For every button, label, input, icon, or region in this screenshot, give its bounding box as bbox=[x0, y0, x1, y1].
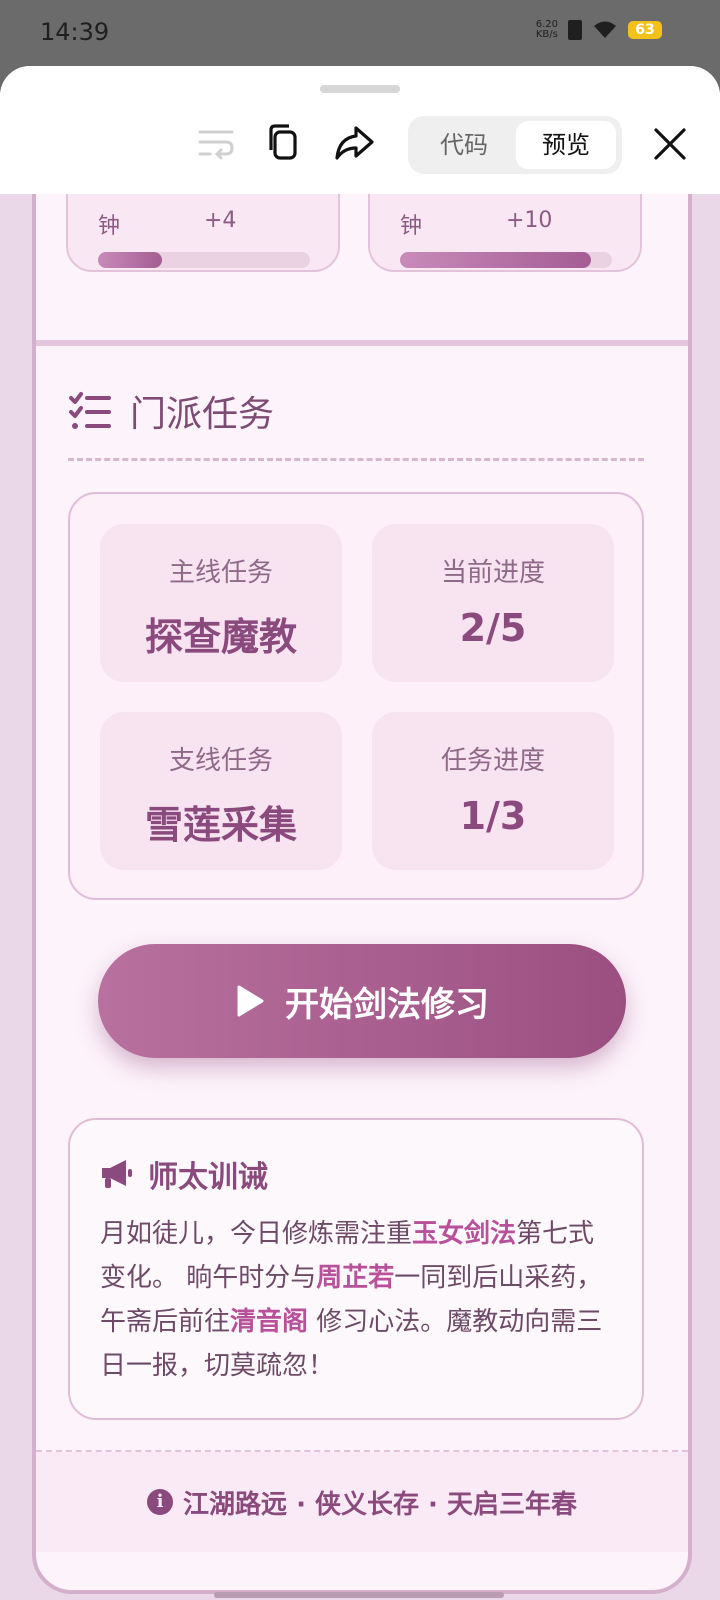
section-title: 门派任务 bbox=[130, 394, 275, 435]
stat-progress-track bbox=[400, 252, 612, 268]
megaphone-icon bbox=[102, 1160, 132, 1188]
sim-card-icon bbox=[568, 20, 582, 40]
app-frame: 钟 +4 钟 +10 门派任务 主线任务 探查魔教 当前进度 2/5 支线任务 … bbox=[32, 194, 692, 1594]
wrap-lines-icon[interactable] bbox=[194, 120, 238, 164]
task-label: 任务进度 bbox=[440, 746, 545, 776]
stat-label: 钟 bbox=[98, 214, 121, 239]
toolbar: 代码 预览 bbox=[0, 66, 720, 194]
task-value: 1/3 bbox=[459, 794, 527, 838]
stat-delta: +4 bbox=[204, 208, 237, 233]
tab-preview[interactable]: 预览 bbox=[516, 121, 616, 169]
stat-row: 钟 +4 bbox=[98, 208, 318, 240]
section-divider bbox=[36, 340, 688, 346]
task-cell-progress: 当前进度 2/5 bbox=[372, 524, 614, 682]
task-value: 雪莲采集 bbox=[144, 803, 297, 847]
status-icons: 6.20 KB/s 63 bbox=[536, 20, 662, 40]
stat-delta: +10 bbox=[506, 208, 553, 233]
task-cell-main: 主线任务 探查魔教 bbox=[100, 524, 342, 682]
notice-text-part: 月如徒儿，今日修炼需注重 bbox=[100, 1219, 413, 1249]
task-label: 当前进度 bbox=[440, 558, 545, 588]
network-speed-unit: KB/s bbox=[535, 29, 558, 40]
section-header: 门派任务 bbox=[68, 386, 274, 436]
stat-progress-track bbox=[98, 252, 310, 268]
close-icon[interactable] bbox=[650, 124, 690, 164]
notice-text: 月如徒儿，今日修炼需注重玉女剑法第七式变化。 晌午时分与周芷若一同到后山采药，午… bbox=[100, 1212, 612, 1388]
sheet-drag-handle[interactable] bbox=[320, 85, 400, 93]
stat-progress-fill bbox=[400, 252, 591, 268]
battery-indicator: 63 bbox=[628, 21, 662, 39]
start-training-label: 开始剑法修习 bbox=[285, 984, 489, 1025]
home-indicator[interactable] bbox=[214, 1592, 504, 1598]
notice-highlight: 清音阁 bbox=[230, 1307, 309, 1337]
view-mode-switch: 代码 预览 bbox=[408, 116, 622, 174]
status-time: 14:39 bbox=[40, 18, 110, 46]
play-icon bbox=[237, 985, 264, 1017]
stat-row: 钟 +10 bbox=[400, 208, 620, 240]
wifi-icon bbox=[594, 21, 616, 38]
notice-highlight: 周芷若 bbox=[316, 1263, 395, 1293]
task-value: 探查魔教 bbox=[144, 615, 297, 659]
notice-title: 师太训诫 bbox=[148, 1160, 268, 1195]
start-training-button[interactable]: 开始剑法修习 bbox=[98, 944, 626, 1058]
notice-highlight: 玉女剑法 bbox=[412, 1219, 517, 1249]
preview-content[interactable]: 钟 +4 钟 +10 门派任务 主线任务 探查魔教 当前进度 2/5 支线任务 … bbox=[0, 194, 720, 1600]
copy-icon[interactable] bbox=[262, 120, 306, 164]
task-list-icon bbox=[69, 392, 111, 429]
share-icon[interactable] bbox=[332, 120, 376, 164]
stat-progress-fill bbox=[98, 252, 162, 268]
task-label: 支线任务 bbox=[168, 746, 273, 776]
tab-code[interactable]: 代码 bbox=[414, 121, 514, 169]
task-cell-side-progress: 任务进度 1/3 bbox=[372, 712, 614, 870]
task-cell-side: 支线任务 雪莲采集 bbox=[100, 712, 342, 870]
stat-card: 钟 +4 bbox=[66, 194, 340, 272]
footer: i 江湖路远 · 侠义长存 · 天启三年春 bbox=[36, 1452, 688, 1552]
dashed-divider bbox=[68, 458, 644, 461]
stat-card: 钟 +10 bbox=[368, 194, 642, 272]
preview-sheet: 代码 预览 钟 +4 钟 +10 门派任务 主线任务 探查魔教 当前进度 2/5… bbox=[0, 66, 720, 1600]
notice-header: 师太训诫 bbox=[100, 1152, 268, 1196]
notice-card: 师太训诫 月如徒儿，今日修炼需注重玉女剑法第七式变化。 晌午时分与周芷若一同到后… bbox=[68, 1118, 644, 1420]
task-value: 2/5 bbox=[459, 606, 527, 650]
info-icon: i bbox=[147, 1489, 174, 1515]
status-bar: 14:39 6.20 KB/s 63 bbox=[0, 0, 720, 66]
task-panel: 主线任务 探查魔教 当前进度 2/5 支线任务 雪莲采集 任务进度 1/3 bbox=[68, 492, 644, 900]
network-speed: 6.20 KB/s bbox=[536, 20, 558, 40]
footer-text: 江湖路远 · 侠义长存 · 天启三年春 bbox=[183, 1489, 577, 1520]
task-label: 主线任务 bbox=[168, 558, 273, 588]
stat-label: 钟 bbox=[400, 214, 423, 239]
